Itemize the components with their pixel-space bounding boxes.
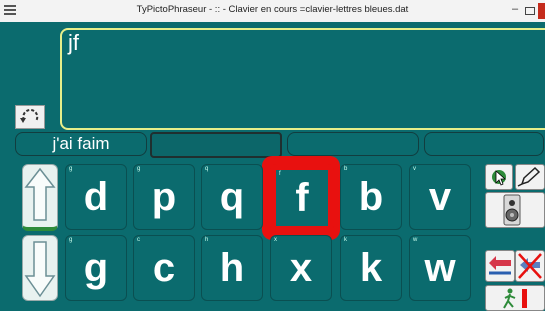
suggestion-1-label: j'ai faim — [52, 134, 110, 153]
key-p[interactable]: g p — [133, 164, 195, 230]
key-c[interactable]: c c — [133, 235, 195, 301]
key-label: q — [219, 175, 245, 219]
pointer-button[interactable] — [485, 164, 513, 190]
speaker-icon — [503, 194, 521, 226]
app-area: jf j'ai faim g d g p q q f f b b v v g g… — [0, 22, 545, 311]
arrow-down-icon — [24, 241, 56, 298]
suggestion-4[interactable] — [424, 132, 544, 156]
key-q[interactable]: q q — [201, 164, 263, 230]
key-label: p — [151, 175, 177, 219]
key-label: b — [358, 175, 384, 219]
key-label: k — [359, 246, 383, 290]
key-label: w — [424, 246, 456, 290]
title-bar: TyPictoPhraseur - :: - Clavier en cours … — [0, 0, 545, 23]
scroll-down-button[interactable] — [22, 235, 58, 301]
key-h[interactable]: h h — [201, 235, 263, 301]
exit-icon — [503, 288, 527, 309]
key-label: g — [83, 246, 109, 290]
clear-button[interactable] — [515, 250, 545, 282]
key-b[interactable]: b b — [340, 164, 402, 230]
maximize-button[interactable] — [525, 7, 535, 15]
key-label: d — [83, 175, 109, 219]
key-v[interactable]: v v — [409, 164, 471, 230]
key-label: x — [289, 246, 313, 290]
key-label: c — [152, 246, 176, 290]
edit-button[interactable] — [515, 164, 545, 190]
clear-icon — [518, 253, 542, 279]
key-k[interactable]: k k — [340, 235, 402, 301]
key-w[interactable]: w w — [409, 235, 471, 301]
key-label: v — [428, 175, 452, 219]
suggestion-1[interactable]: j'ai faim — [15, 132, 147, 156]
text-editor[interactable]: jf — [60, 28, 545, 130]
speak-button[interactable] — [485, 192, 545, 228]
reload-button[interactable] — [15, 105, 45, 129]
key-label: h — [219, 246, 245, 290]
window-title: TyPictoPhraseur - :: - Clavier en cours … — [136, 4, 409, 15]
arrow-up-icon — [24, 167, 56, 221]
key-f[interactable]: f f — [270, 164, 334, 232]
scroll-up-button[interactable] — [22, 164, 58, 231]
backspace-icon — [489, 256, 511, 275]
reload-icon — [20, 108, 39, 123]
cursor-icon — [492, 170, 507, 186]
suggestion-3[interactable] — [287, 132, 419, 156]
close-button[interactable] — [538, 3, 545, 19]
text-editor-value: jf — [68, 30, 79, 55]
exit-button[interactable] — [485, 285, 545, 311]
key-d[interactable]: g d — [65, 164, 127, 230]
backspace-button[interactable] — [485, 250, 515, 282]
pencil-icon — [517, 166, 541, 187]
key-x[interactable]: x x — [270, 235, 332, 301]
key-label: f — [295, 176, 309, 220]
key-g[interactable]: g g — [65, 235, 127, 301]
suggestion-2[interactable] — [150, 132, 282, 158]
minimize-button[interactable]: – — [510, 3, 520, 17]
